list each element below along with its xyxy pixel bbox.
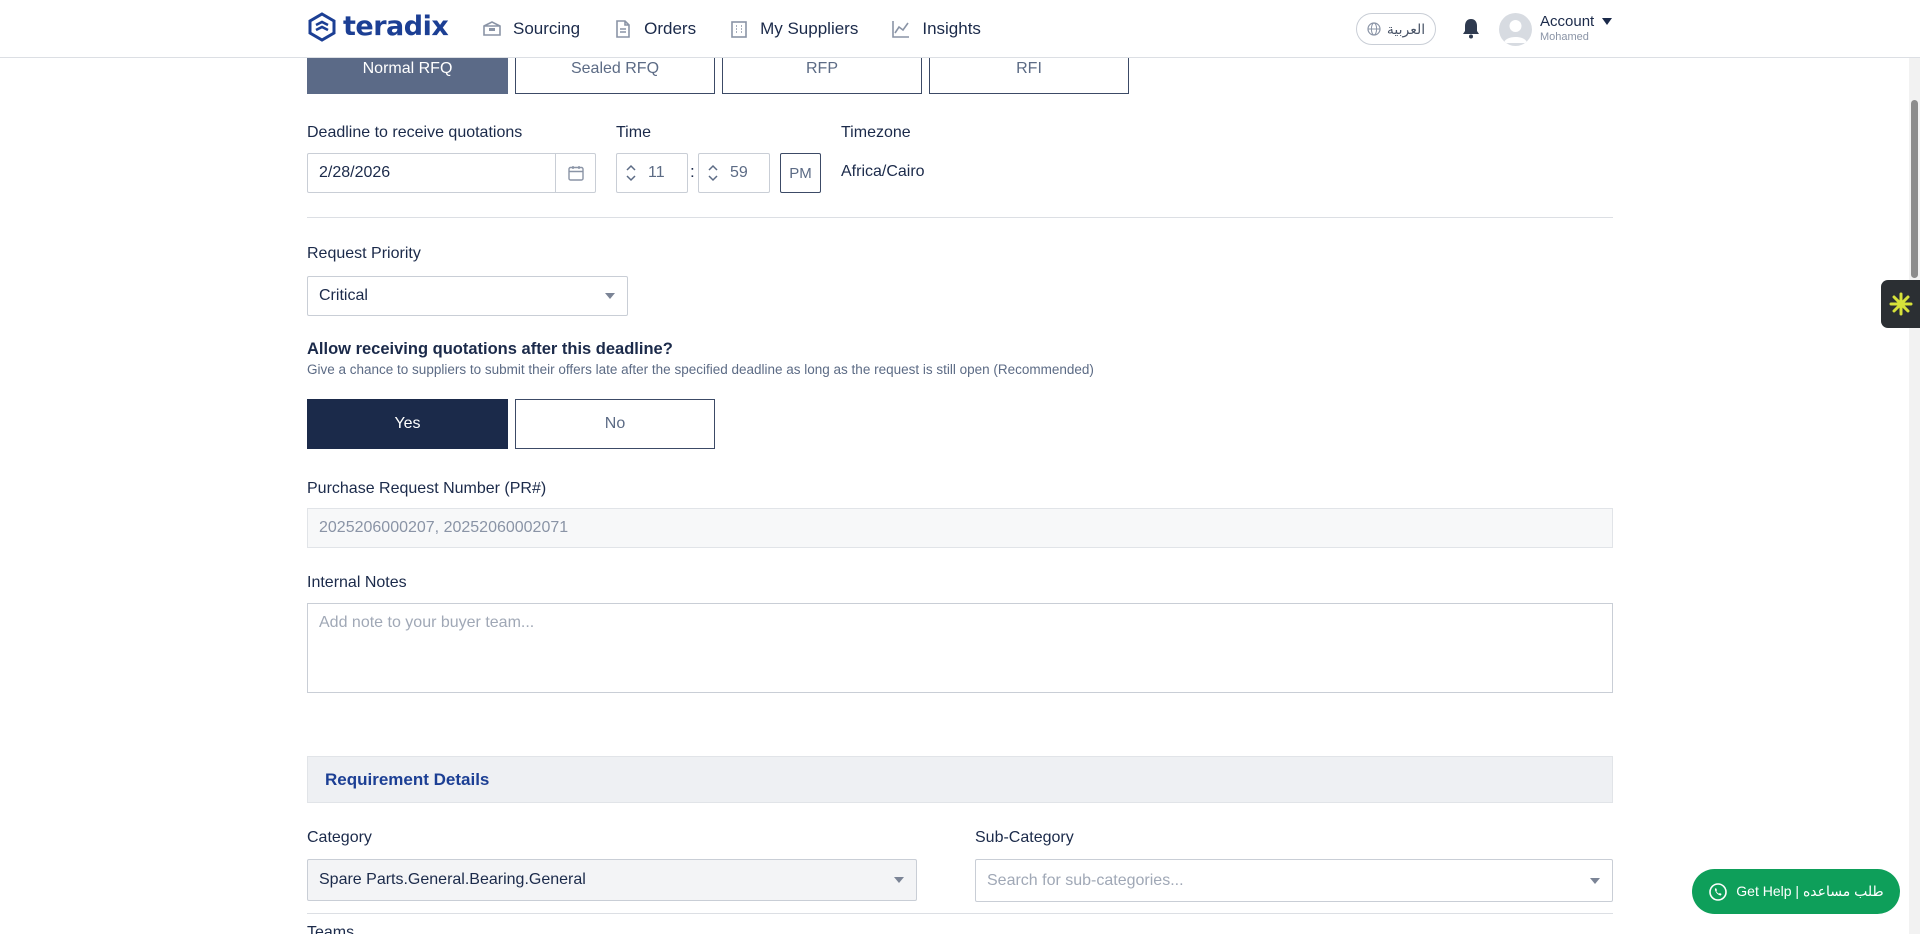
nav-sourcing-label: Sourcing (513, 19, 581, 38)
nav-orders-label: Orders (644, 19, 697, 38)
category-value: Spare Parts.General.Bearing.General (319, 871, 586, 888)
dropdown-caret-icon (605, 293, 615, 299)
brand-name: teradix (343, 11, 449, 42)
chevron-down-icon[interactable] (708, 175, 718, 182)
teradix-logo-icon (308, 11, 336, 42)
pr-number-value: 2025206000207, 20252060002071 (319, 519, 569, 536)
late-quotes-help: Give a chance to suppliers to submit the… (307, 362, 1094, 377)
hour-stepper[interactable]: 11 (616, 153, 688, 193)
priority-value: Critical (319, 287, 368, 304)
chevron-up-icon[interactable] (626, 164, 636, 171)
timezone-label: Timezone (841, 124, 911, 141)
box-icon (483, 21, 501, 36)
language-label: العربية (1386, 20, 1426, 37)
internal-notes-textarea[interactable]: Add note to your buyer team... (307, 603, 1613, 693)
teams-label: Teams (307, 924, 355, 934)
nav-sourcing[interactable]: Sourcing (481, 18, 580, 40)
time-separator: : (690, 162, 695, 181)
deadline-date-value[interactable]: 2/28/2026 (308, 164, 555, 182)
chevron-up-icon[interactable] (708, 164, 718, 171)
internal-notes-label: Internal Notes (307, 574, 407, 591)
scrollbar-thumb[interactable] (1911, 100, 1918, 278)
nav-insights[interactable]: Insights (890, 18, 981, 40)
timezone-value: Africa/Cairo (841, 163, 925, 180)
subcategory-placeholder: Search for sub-categories... (987, 871, 1184, 889)
whatsapp-icon (1709, 882, 1728, 901)
user-silhouette-icon (1504, 20, 1527, 43)
floating-widget-tab[interactable] (1881, 280, 1920, 328)
time-label: Time (616, 124, 651, 141)
no-button[interactable]: No (515, 399, 715, 449)
account-label: Account (1540, 13, 1595, 30)
late-quotes-question: Allow receiving quotations after this de… (307, 340, 673, 358)
dropdown-caret-icon (894, 877, 904, 883)
globe-icon (1367, 22, 1381, 36)
chevron-down-icon (1602, 18, 1613, 25)
pr-number-field[interactable]: 2025206000207, 20252060002071 (307, 508, 1613, 548)
minute-stepper[interactable]: 59 (698, 153, 770, 193)
chevron-down-icon[interactable] (626, 175, 636, 182)
notification-bell-icon[interactable] (1459, 16, 1483, 40)
category-select[interactable]: Spare Parts.General.Bearing.General (307, 859, 917, 901)
main-nav: Sourcing Orders My Suppliers Insights (481, 0, 981, 58)
category-label: Category (307, 829, 372, 846)
deadline-date-field[interactable]: 2/28/2026 (307, 153, 596, 193)
dropdown-caret-icon (1590, 877, 1600, 884)
section-divider (307, 913, 1613, 914)
teradix-logo[interactable]: teradix (307, 11, 449, 42)
asterisk-sun-icon (1889, 292, 1912, 316)
nav-my-suppliers-label: My Suppliers (760, 19, 859, 38)
page-scrollbar[interactable] (1909, 58, 1920, 934)
account-username: Mohamed (1540, 31, 1589, 43)
document-icon (616, 20, 630, 38)
subcategory-search[interactable]: Search for sub-categories... (975, 859, 1613, 902)
nav-orders[interactable]: Orders (612, 18, 696, 40)
requirement-details-header: Requirement Details (307, 756, 1613, 803)
nav-insights-label: Insights (922, 19, 981, 38)
top-navigation-bar: teradix Sourcing Orders My Suppliers Ins… (0, 0, 1920, 58)
subcategory-label: Sub-Category (975, 829, 1074, 846)
ampm-toggle-button[interactable]: PM (780, 153, 821, 193)
priority-label: Request Priority (307, 245, 421, 262)
get-help-button[interactable]: Get Help | طلب مساعده (1692, 869, 1900, 914)
building-icon (731, 21, 747, 38)
account-menu[interactable]: Account Mohamed (1540, 13, 1613, 43)
yes-button[interactable]: Yes (307, 399, 508, 449)
get-help-label: Get Help | طلب مساعده (1736, 883, 1884, 899)
minute-value[interactable]: 59 (730, 164, 748, 182)
deadline-label: Deadline to receive quotations (307, 124, 523, 141)
nav-my-suppliers[interactable]: My Suppliers (728, 18, 858, 40)
avatar[interactable] (1499, 13, 1532, 46)
hour-value[interactable]: 11 (648, 164, 665, 182)
calendar-button[interactable] (555, 154, 595, 192)
priority-select[interactable]: Critical (307, 276, 628, 316)
chart-icon (892, 21, 910, 38)
pr-number-label: Purchase Request Number (PR#) (307, 480, 547, 497)
section-divider (307, 217, 1613, 218)
language-switch-button[interactable]: العربية (1356, 13, 1436, 45)
calendar-icon (567, 166, 584, 181)
